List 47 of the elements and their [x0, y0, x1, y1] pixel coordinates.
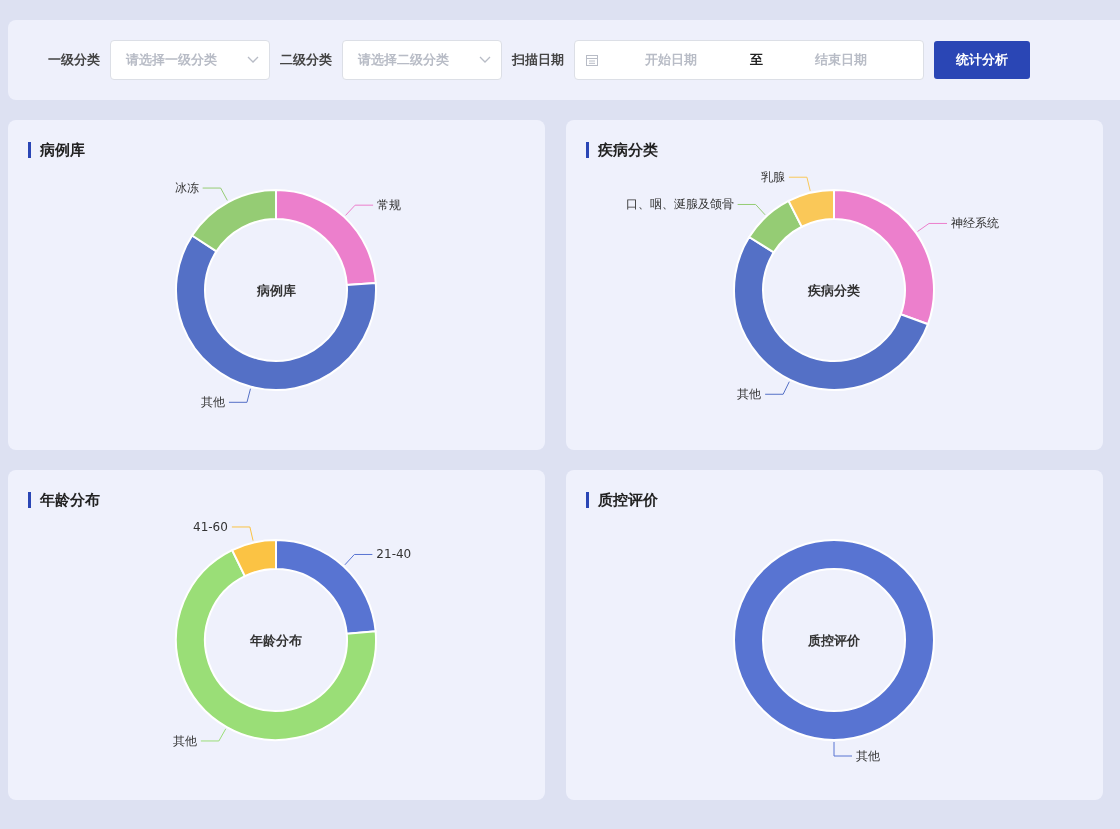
analyze-button[interactable]: 统计分析: [934, 41, 1030, 79]
slice-label: 冰冻: [174, 181, 199, 196]
date-range-field[interactable]: 开始日期 至 结束日期: [574, 40, 924, 80]
leader-line: [231, 526, 254, 542]
title-accent-bar: [586, 492, 589, 508]
filter-label: 一级分类: [48, 51, 100, 69]
slice-label: 其他: [200, 395, 225, 410]
card-title: 疾病分类: [598, 140, 658, 160]
slice-label: 其他: [172, 733, 197, 748]
leader-line: [788, 176, 811, 192]
leader-line: [917, 222, 948, 232]
donut-center-label: 病例库: [256, 283, 296, 298]
card-title: 病例库: [40, 140, 85, 160]
title-accent-bar: [586, 142, 589, 158]
leader-line: [345, 204, 374, 216]
chevron-down-icon: [479, 56, 491, 64]
donut-center-label: 质控评价: [808, 633, 860, 648]
slice-label: 神经系统: [951, 216, 999, 231]
end-date-placeholder: 结束日期: [813, 51, 868, 69]
leader-line: [764, 381, 790, 395]
slice-label: 口、咽、涎腺及颌骨: [625, 197, 734, 212]
start-date-placeholder: 开始日期: [644, 51, 699, 69]
leader-line: [737, 204, 766, 216]
slice-label: 乳腺: [760, 170, 785, 185]
leader-line: [202, 187, 228, 201]
select-placeholder: 请选择二级分类: [358, 51, 449, 69]
filter-label: 扫描日期: [512, 51, 564, 69]
slice-label: 其他: [737, 387, 762, 402]
card-title: 年龄分布: [40, 490, 100, 510]
leader-line: [344, 554, 373, 566]
slice-label: 41-60: [193, 519, 228, 534]
card-title: 质控评价: [598, 490, 658, 510]
donut-center-label: 年龄分布: [250, 633, 302, 648]
donut-center-label: 疾病分类: [808, 283, 860, 298]
title-accent-bar: [28, 142, 31, 158]
chevron-down-icon: [247, 56, 259, 64]
slice-label: 其他: [856, 749, 880, 763]
slice-label: 常规: [377, 198, 402, 213]
leader-line: [228, 388, 251, 403]
leader-line: [200, 728, 227, 742]
calendar-icon: [585, 53, 599, 67]
range-separator: 至: [748, 51, 764, 69]
slice-label: 21-40: [376, 547, 412, 562]
leader-line: [833, 741, 853, 757]
title-accent-bar: [28, 492, 31, 508]
select-placeholder: 请选择一级分类: [126, 51, 217, 69]
filter-label: 二级分类: [280, 51, 332, 69]
